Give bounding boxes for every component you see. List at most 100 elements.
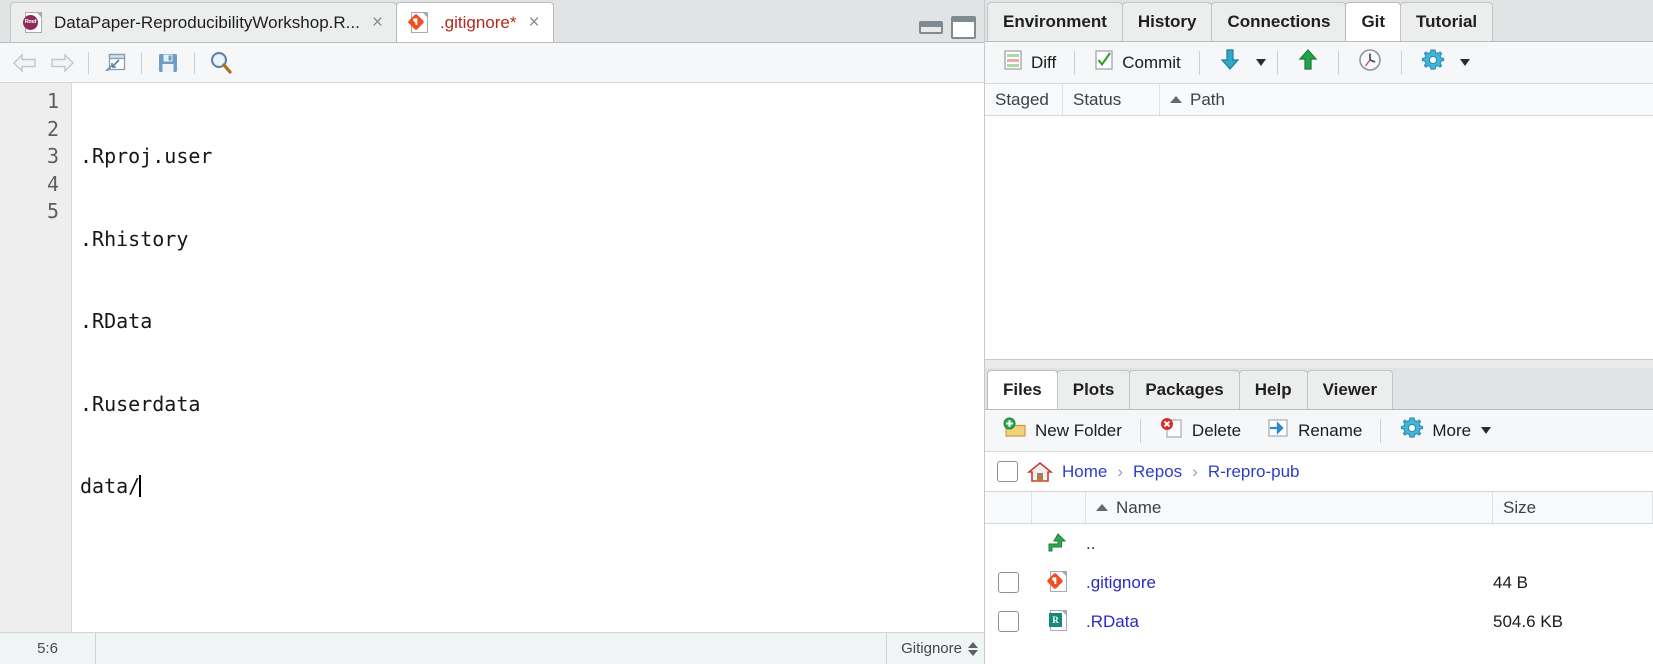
more-label: More bbox=[1432, 420, 1472, 440]
files-column-name-label: Name bbox=[1116, 497, 1162, 517]
tab-tutorial[interactable]: Tutorial bbox=[1400, 2, 1494, 41]
tab-help[interactable]: Help bbox=[1238, 370, 1308, 409]
tab-viewer[interactable]: Viewer bbox=[1306, 370, 1394, 409]
git-column-path-label: Path bbox=[1190, 89, 1225, 109]
row-name[interactable]: .. bbox=[1086, 534, 1493, 554]
tab-environment[interactable]: Environment bbox=[987, 2, 1123, 41]
minimize-icon[interactable] bbox=[919, 21, 943, 34]
code-editor-area[interactable]: 1 2 3 4 5 .Rproj.user .Rhistory .RData .… bbox=[0, 83, 984, 632]
magnifier-icon[interactable] bbox=[204, 47, 238, 79]
gear-dropdown-icon[interactable] bbox=[1459, 59, 1470, 66]
line-number: 5 bbox=[46, 199, 59, 223]
row-checkbox[interactable] bbox=[985, 611, 1032, 632]
git-column-path[interactable]: Path bbox=[1160, 84, 1653, 115]
breadcrumb-separator: › bbox=[1192, 461, 1198, 481]
home-icon[interactable] bbox=[1026, 460, 1054, 484]
line-number-gutter: 1 2 3 4 5 bbox=[0, 83, 72, 632]
editor-tab-strip: Rmd DataPaper-ReproducibilityWorkshop.R.… bbox=[0, 0, 984, 43]
pull-button[interactable] bbox=[1211, 45, 1249, 80]
row-name[interactable]: .RData bbox=[1086, 612, 1493, 632]
table-row[interactable]: R .RData 504.6 KB bbox=[985, 602, 1653, 641]
tab-git[interactable]: Git bbox=[1345, 2, 1402, 41]
code-line: .Rhistory bbox=[80, 226, 189, 251]
commit-button-label: Commit bbox=[1122, 52, 1181, 72]
line-number: 3 bbox=[46, 144, 59, 168]
more-button[interactable]: More bbox=[1392, 412, 1498, 449]
editor-tab-rmd[interactable]: Rmd DataPaper-ReproducibilityWorkshop.R.… bbox=[10, 2, 397, 42]
git-column-staged-label: Staged bbox=[995, 89, 1049, 109]
editor-tab-gitignore[interactable]: .gitignore* × bbox=[395, 2, 554, 42]
panel-splitter[interactable] bbox=[985, 360, 1653, 368]
sort-ascending-icon bbox=[1096, 504, 1108, 511]
line-number: 4 bbox=[46, 171, 59, 196]
git-column-status[interactable]: Status bbox=[1063, 84, 1160, 115]
commit-button[interactable]: Commit bbox=[1086, 46, 1188, 79]
push-up-arrow-icon bbox=[1296, 48, 1320, 77]
breadcrumb-item-r-repro-pub[interactable]: R-repro-pub bbox=[1208, 462, 1300, 482]
file-type-stepper-icon[interactable] bbox=[968, 641, 978, 656]
files-panel: Files Plots Packages Help Viewer New Fol… bbox=[985, 368, 1653, 664]
editor-tab-gitignore-close-icon[interactable]: × bbox=[526, 13, 543, 32]
up-folder-arrow-icon[interactable] bbox=[1032, 532, 1086, 556]
tab-history[interactable]: History bbox=[1121, 2, 1213, 41]
pane-window-controls bbox=[919, 16, 976, 39]
push-button[interactable] bbox=[1289, 45, 1327, 80]
row-name[interactable]: .gitignore bbox=[1086, 573, 1493, 593]
more-dropdown-icon[interactable] bbox=[1481, 427, 1492, 434]
editor-toolbar bbox=[0, 43, 984, 83]
file-type-selector[interactable]: Gitignore bbox=[887, 633, 984, 664]
files-list[interactable]: .. .gitignore 44 B R .RData 504.6 KB bbox=[985, 524, 1653, 664]
maximize-icon[interactable] bbox=[951, 16, 976, 39]
tab-connections-label: Connections bbox=[1227, 12, 1331, 31]
toolbar-divider bbox=[1400, 50, 1402, 75]
history-button[interactable] bbox=[1350, 44, 1390, 81]
save-disk-icon[interactable] bbox=[151, 47, 185, 79]
clock-icon bbox=[1357, 47, 1383, 78]
more-gear-button[interactable] bbox=[1413, 44, 1453, 81]
git-file-icon bbox=[1032, 570, 1086, 595]
checkbox-checked-icon bbox=[1093, 49, 1115, 76]
table-row[interactable]: .gitignore 44 B bbox=[985, 563, 1653, 602]
rename-label: Rename bbox=[1298, 420, 1363, 440]
row-checkbox[interactable] bbox=[985, 572, 1032, 593]
pull-dropdown-icon[interactable] bbox=[1255, 59, 1266, 66]
back-arrow-icon[interactable] bbox=[8, 47, 42, 79]
toolbar-divider bbox=[1337, 50, 1339, 75]
git-file-icon bbox=[407, 11, 431, 35]
tab-files-label: Files bbox=[1003, 380, 1042, 399]
files-column-size-label: Size bbox=[1503, 497, 1537, 517]
source-editor-pane: Rmd DataPaper-ReproducibilityWorkshop.R.… bbox=[0, 0, 985, 664]
files-column-checkbox bbox=[985, 492, 1032, 523]
toolbar-divider bbox=[1198, 50, 1200, 75]
tab-connections[interactable]: Connections bbox=[1211, 2, 1347, 41]
editor-tab-rmd-close-icon[interactable]: × bbox=[369, 13, 386, 32]
git-panel-tab-strip: Environment History Connections Git Tuto… bbox=[985, 0, 1653, 42]
breadcrumb-item-home[interactable]: Home bbox=[1062, 462, 1107, 482]
cursor-position[interactable]: 5:6 bbox=[0, 633, 96, 664]
files-column-name[interactable]: Name bbox=[1086, 492, 1493, 523]
breadcrumb-item-repos[interactable]: Repos bbox=[1133, 462, 1182, 482]
status-scope-area[interactable] bbox=[96, 633, 888, 664]
row-size: 504.6 KB bbox=[1493, 611, 1563, 631]
breadcrumb-separator: › bbox=[1117, 461, 1124, 481]
git-column-staged[interactable]: Staged bbox=[985, 84, 1063, 115]
tab-files[interactable]: Files bbox=[987, 370, 1058, 409]
rename-button[interactable]: Rename bbox=[1258, 413, 1369, 448]
git-file-list[interactable] bbox=[985, 116, 1653, 359]
git-panel: Environment History Connections Git Tuto… bbox=[985, 0, 1653, 360]
select-all-checkbox[interactable] bbox=[997, 461, 1018, 482]
popout-window-icon[interactable] bbox=[98, 47, 132, 79]
rename-icon bbox=[1265, 416, 1291, 445]
delete-button[interactable]: Delete bbox=[1152, 413, 1248, 448]
tab-plots[interactable]: Plots bbox=[1056, 370, 1131, 409]
code-text[interactable]: .Rproj.user .Rhistory .RData .Ruserdata … bbox=[72, 83, 984, 632]
diff-button-label: Diff bbox=[1031, 52, 1057, 72]
diff-button[interactable]: Diff bbox=[995, 46, 1063, 79]
forward-arrow-icon[interactable] bbox=[45, 47, 79, 79]
files-column-size[interactable]: Size bbox=[1493, 492, 1653, 523]
tab-packages-label: Packages bbox=[1145, 380, 1224, 399]
table-row[interactable]: .. bbox=[985, 524, 1653, 563]
editor-status-bar: 5:6 Gitignore bbox=[0, 632, 984, 664]
tab-packages[interactable]: Packages bbox=[1129, 370, 1240, 409]
new-folder-button[interactable]: New Folder bbox=[995, 413, 1129, 448]
